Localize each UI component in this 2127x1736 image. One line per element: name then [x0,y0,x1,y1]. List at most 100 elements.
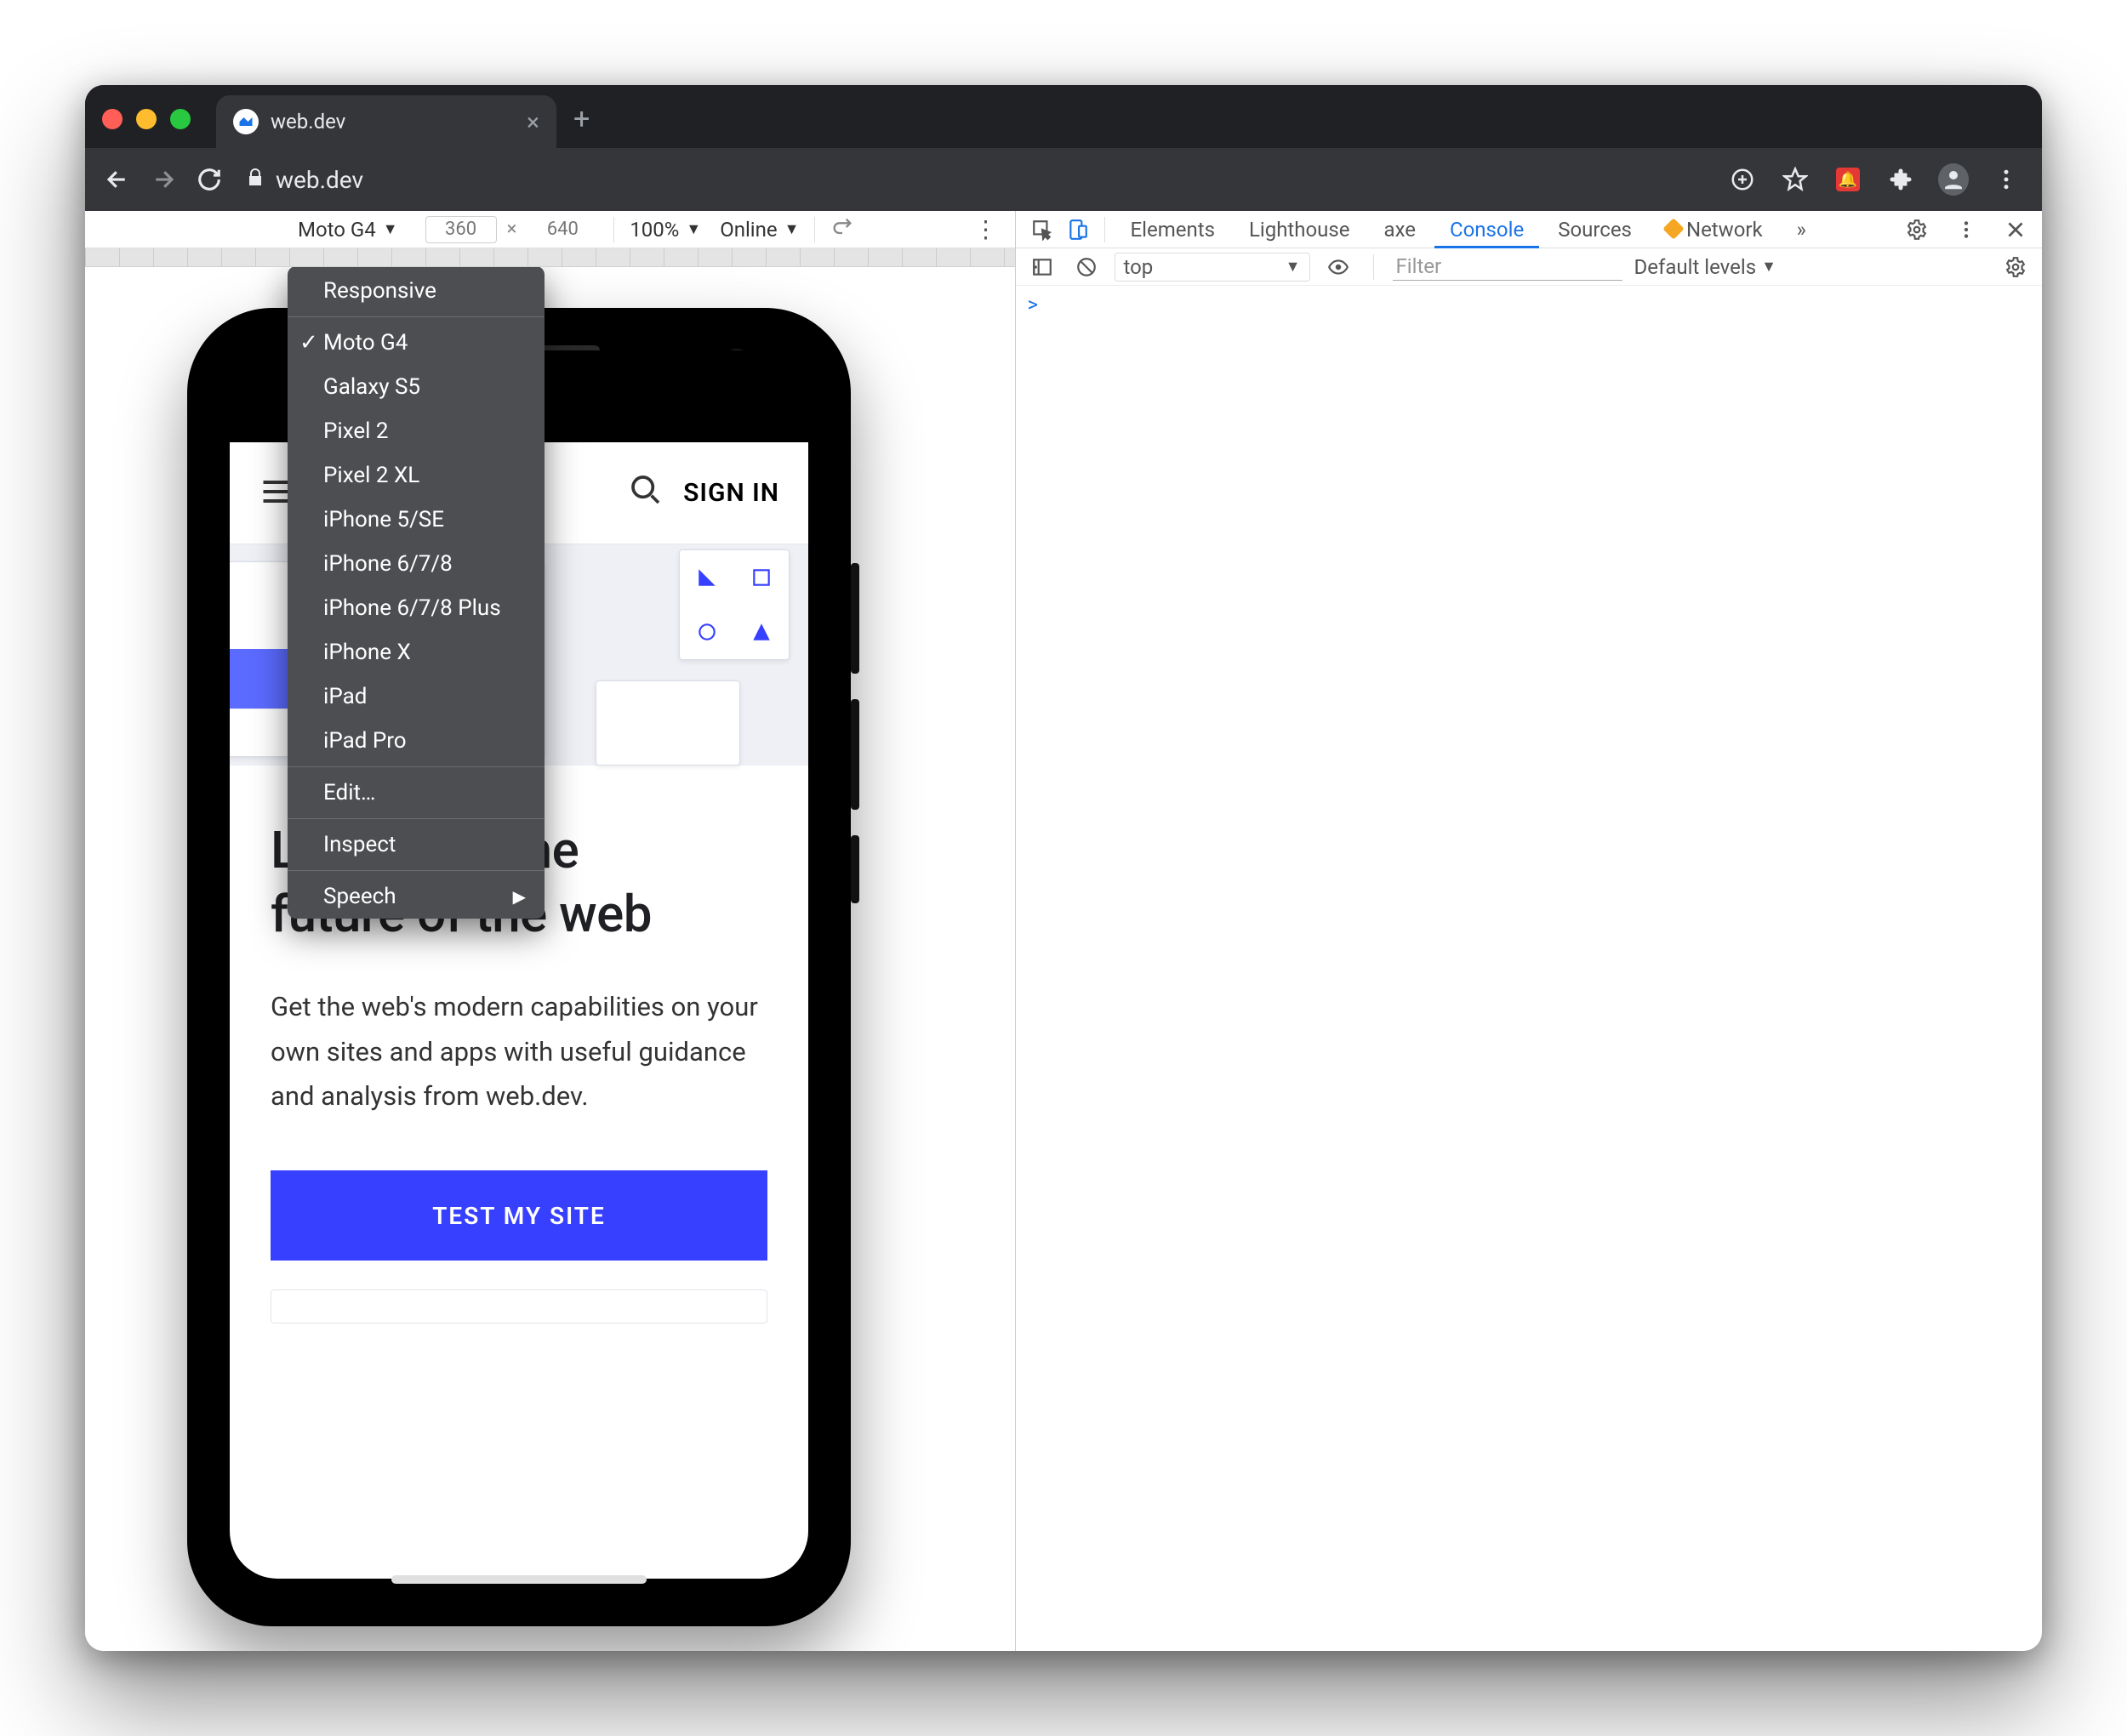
warning-icon [1662,218,1684,239]
console-toolbar: top ▼ Filter Default levels ▼ [1016,248,2043,286]
device-toolbar: Moto G4 ▼ 360 × 640 100% ▼ Online ▼ [85,211,1015,248]
minimize-window-button[interactable] [136,109,157,129]
devtools-tab-network[interactable]: Network [1651,211,1778,248]
search-icon[interactable] [629,473,663,514]
devtools-menu-icon[interactable] [1950,213,1982,246]
dimension-x: × [507,219,517,240]
console-prompt: > [1028,293,1039,316]
tab-close-icon[interactable]: × [527,108,539,136]
phone-home-bar [391,1575,647,1584]
inspect-element-icon[interactable] [1026,213,1058,246]
rotate-icon[interactable] [830,215,854,244]
devtools-pane: Elements Lighthouse axe Console Sources … [1015,211,2043,1651]
phone-side-button [851,563,859,674]
viewport-width-input[interactable]: 360 [425,216,497,243]
dropdown-device-iphone-5-se[interactable]: iPhone 5/SE [288,498,545,542]
address-bar: web.dev 🔔 [85,148,2042,211]
chevron-down-icon: ▼ [1761,259,1776,275]
lock-icon [245,166,265,194]
dropdown-device-ipad[interactable]: iPad [288,674,545,719]
chevron-down-icon: ▼ [784,222,800,237]
device-selector[interactable]: Moto G4 ▼ [298,218,398,242]
reload-button[interactable] [191,161,228,198]
context-label: top [1124,255,1154,279]
dropdown-device-galaxy-s5[interactable]: Galaxy S5 [288,365,545,409]
extension-red-icon[interactable]: 🔔 [1833,164,1863,195]
illustration-card [679,549,790,660]
dropdown-speech-label: Speech [323,884,396,909]
devtools-tab-lighthouse[interactable]: Lighthouse [1234,211,1366,248]
device-viewport: Responsive Moto G4 Galaxy S5 Pixel 2 Pix… [85,267,1015,1651]
dropdown-inspect[interactable]: Inspect [288,822,545,867]
dropdown-device-pixel-2-xl[interactable]: Pixel 2 XL [288,453,545,498]
hero-body: Get the web's modern capabilities on you… [271,985,767,1119]
chrome-menu-icon[interactable] [1991,164,2022,195]
viewport-height-input[interactable]: 640 [527,216,598,243]
url-text: web.dev [276,166,363,194]
device-toggle-icon[interactable] [1062,213,1094,246]
live-expression-icon[interactable] [1322,251,1354,283]
console-sidebar-icon[interactable] [1026,251,1058,283]
devtools-tab-elements[interactable]: Elements [1115,211,1230,248]
submenu-arrow-icon: ▶ [513,886,526,907]
secondary-input[interactable] [271,1289,767,1323]
phone-side-button [851,699,859,810]
dropdown-device-pixel-2[interactable]: Pixel 2 [288,409,545,453]
close-window-button[interactable] [102,109,123,129]
device-selector-label: Moto G4 [298,218,376,242]
zoom-selector[interactable]: 100% ▼ [630,218,701,242]
toolbar-right: 🔔 [1727,164,2022,195]
dropdown-speech[interactable]: Speech ▶ [288,874,545,919]
chevron-down-icon: ▼ [383,222,398,237]
devtools-tabs-overflow[interactable]: » [1782,211,1822,248]
add-page-icon[interactable] [1727,164,1758,195]
test-my-site-button[interactable]: TEST MY SITE [271,1170,767,1261]
maximize-window-button[interactable] [170,109,191,129]
tab-title: web.dev [271,110,345,134]
illustration-card [596,680,740,766]
close-devtools-icon[interactable] [1999,213,2032,246]
devtools-tabs: Elements Lighthouse axe Console Sources … [1016,211,2043,248]
throttle-label: Online [720,218,777,242]
devtools-tab-console[interactable]: Console [1434,211,1539,248]
dropdown-device-iphone-678-plus[interactable]: iPhone 6/7/8 Plus [288,586,545,630]
dropdown-device-iphone-x[interactable]: iPhone X [288,630,545,674]
url-display[interactable]: web.dev [245,166,363,194]
settings-icon[interactable] [1901,213,1933,246]
devtools-tab-sources[interactable]: Sources [1543,211,1647,248]
dropdown-device-iphone-678[interactable]: iPhone 6/7/8 [288,542,545,586]
sign-in-link[interactable]: SIGN IN [683,478,779,508]
ruler [85,248,1015,267]
chevron-down-icon: ▼ [1286,259,1301,275]
device-mode-pane: Moto G4 ▼ 360 × 640 100% ▼ Online ▼ [85,211,1015,1651]
dropdown-responsive[interactable]: Responsive [288,267,545,313]
dropdown-edit[interactable]: Edit… [288,771,545,815]
browser-window: web.dev × + web.dev 🔔 [85,85,2042,1651]
dropdown-device-moto-g4[interactable]: Moto G4 [288,321,545,365]
extensions-icon[interactable] [1885,164,1916,195]
device-dropdown: Responsive Moto G4 Galaxy S5 Pixel 2 Pix… [288,267,545,919]
new-tab-button[interactable]: + [573,102,590,136]
log-levels-selector[interactable]: Default levels ▼ [1634,255,1776,279]
device-menu-icon[interactable]: ⋮ [974,215,1000,243]
console-filter-input[interactable]: Filter [1393,253,1622,281]
zoom-label: 100% [630,218,679,242]
back-button[interactable] [99,161,136,198]
console-settings-icon[interactable] [1999,251,2032,283]
phone-side-button [851,835,859,903]
chevron-down-icon: ▼ [686,222,701,237]
browser-tab[interactable]: web.dev × [216,95,556,148]
forward-button[interactable] [145,161,182,198]
tab-favicon [233,109,259,134]
console-output[interactable]: > [1016,286,2043,1651]
profile-avatar[interactable] [1938,164,1969,195]
log-levels-label: Default levels [1634,255,1757,279]
throttle-selector[interactable]: Online ▼ [720,218,799,242]
dropdown-device-ipad-pro[interactable]: iPad Pro [288,719,545,763]
devtools-tab-axe[interactable]: axe [1369,211,1431,248]
bookmark-icon[interactable] [1780,164,1811,195]
clear-console-icon[interactable] [1070,251,1103,283]
tab-strip: web.dev × + [85,85,2042,148]
context-selector[interactable]: top ▼ [1115,253,1310,282]
window-controls [102,109,191,129]
